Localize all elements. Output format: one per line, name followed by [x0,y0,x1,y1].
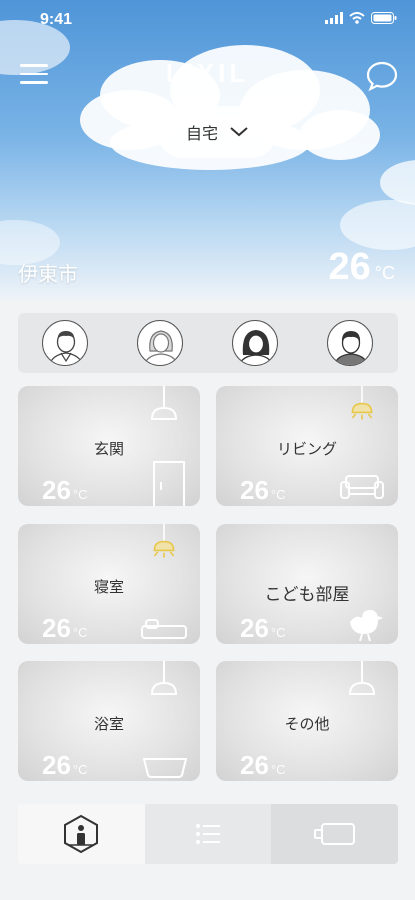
lamp-on-icon [153,524,175,558]
sofa-icon [340,475,384,499]
list-icon [196,824,220,844]
boy-avatar-icon [333,331,369,365]
bathtub-icon [142,758,188,778]
battery-icon [371,12,397,24]
room-temperature: 26 °C [42,750,88,781]
home-selector[interactable]: 自宅 [157,106,277,158]
outdoor-temperature: 26 °C [329,246,395,289]
camera-icon [313,823,355,845]
room-temperature: 26 °C [42,475,88,506]
room-name: リビング [276,440,337,458]
app-header: LIXIL [0,50,415,100]
member-avatar-4[interactable] [327,320,373,366]
room-temperature-unit: °C [270,625,286,640]
member-avatar-3[interactable] [232,320,278,366]
woman-avatar-icon [143,330,179,365]
girl-avatar-icon [238,330,274,365]
status-bar: 9:41 [0,0,415,40]
tab-camera[interactable] [271,804,398,864]
outdoor-temperature-value: 26 [328,246,371,288]
room-temperature-unit: °C [270,762,286,777]
room-temperature-unit: °C [72,487,88,502]
room-temperature: 26 °C [240,475,286,506]
room-card-kids-room[interactable]: こども部屋 26 °C [216,524,398,644]
status-time: 9:41 [40,11,73,28]
room-name: 寝室 [93,578,124,596]
room-card-bathroom[interactable]: 浴室 26 °C [18,661,200,781]
room-temperature-value: 26 [240,475,269,505]
lixil-logo: LIXIL [165,58,250,88]
room-name: 浴室 [93,715,124,733]
lamp-off-icon [150,661,178,695]
room-card-entrance[interactable]: 玄関 26 °C [18,386,200,506]
room-card-other[interactable]: その他 26 °C [216,661,398,781]
room-name: 玄関 [93,440,124,458]
bottom-tab-bar [18,804,398,864]
door-icon [153,461,185,506]
member-avatar-2[interactable] [137,320,183,366]
room-temperature-value: 26 [42,613,71,643]
room-temperature-unit: °C [270,487,286,502]
bed-icon [141,619,187,639]
chat-icon[interactable] [365,60,399,92]
room-temperature-unit: °C [72,762,88,777]
room-card-bedroom[interactable]: 寝室 26 °C [18,524,200,644]
outdoor-temperature-unit: °C [374,263,395,283]
home-selector-label: 自宅 [185,124,218,143]
room-name: こども部屋 [264,585,350,605]
room-card-living[interactable]: リビング 26 °C [216,386,398,506]
room-temperature: 26 °C [240,750,286,781]
man-avatar-icon [48,331,84,365]
room-temperature-value: 26 [240,613,269,643]
family-members-bar [18,313,398,373]
weather-city: 伊東市 [18,262,78,286]
room-temperature: 26 °C [42,613,88,644]
chevron-down-icon [230,127,248,137]
wifi-icon [349,12,365,24]
tab-home-info[interactable] [18,804,145,864]
room-temperature-value: 26 [42,475,71,505]
room-temperature: 26 °C [240,613,286,644]
room-temperature-unit: °C [72,625,88,640]
tab-list[interactable] [144,804,272,864]
status-icons [325,12,397,24]
room-temperature-value: 26 [42,750,71,780]
member-avatar-1[interactable] [42,320,88,366]
lamp-off-icon [348,661,376,695]
bird-icon [350,610,383,642]
lamp-on-icon [351,386,373,420]
signal-icon [325,12,343,24]
room-temperature-value: 26 [240,750,269,780]
lamp-off-icon [150,386,178,420]
home-info-icon [64,814,99,854]
room-name: その他 [284,715,330,733]
